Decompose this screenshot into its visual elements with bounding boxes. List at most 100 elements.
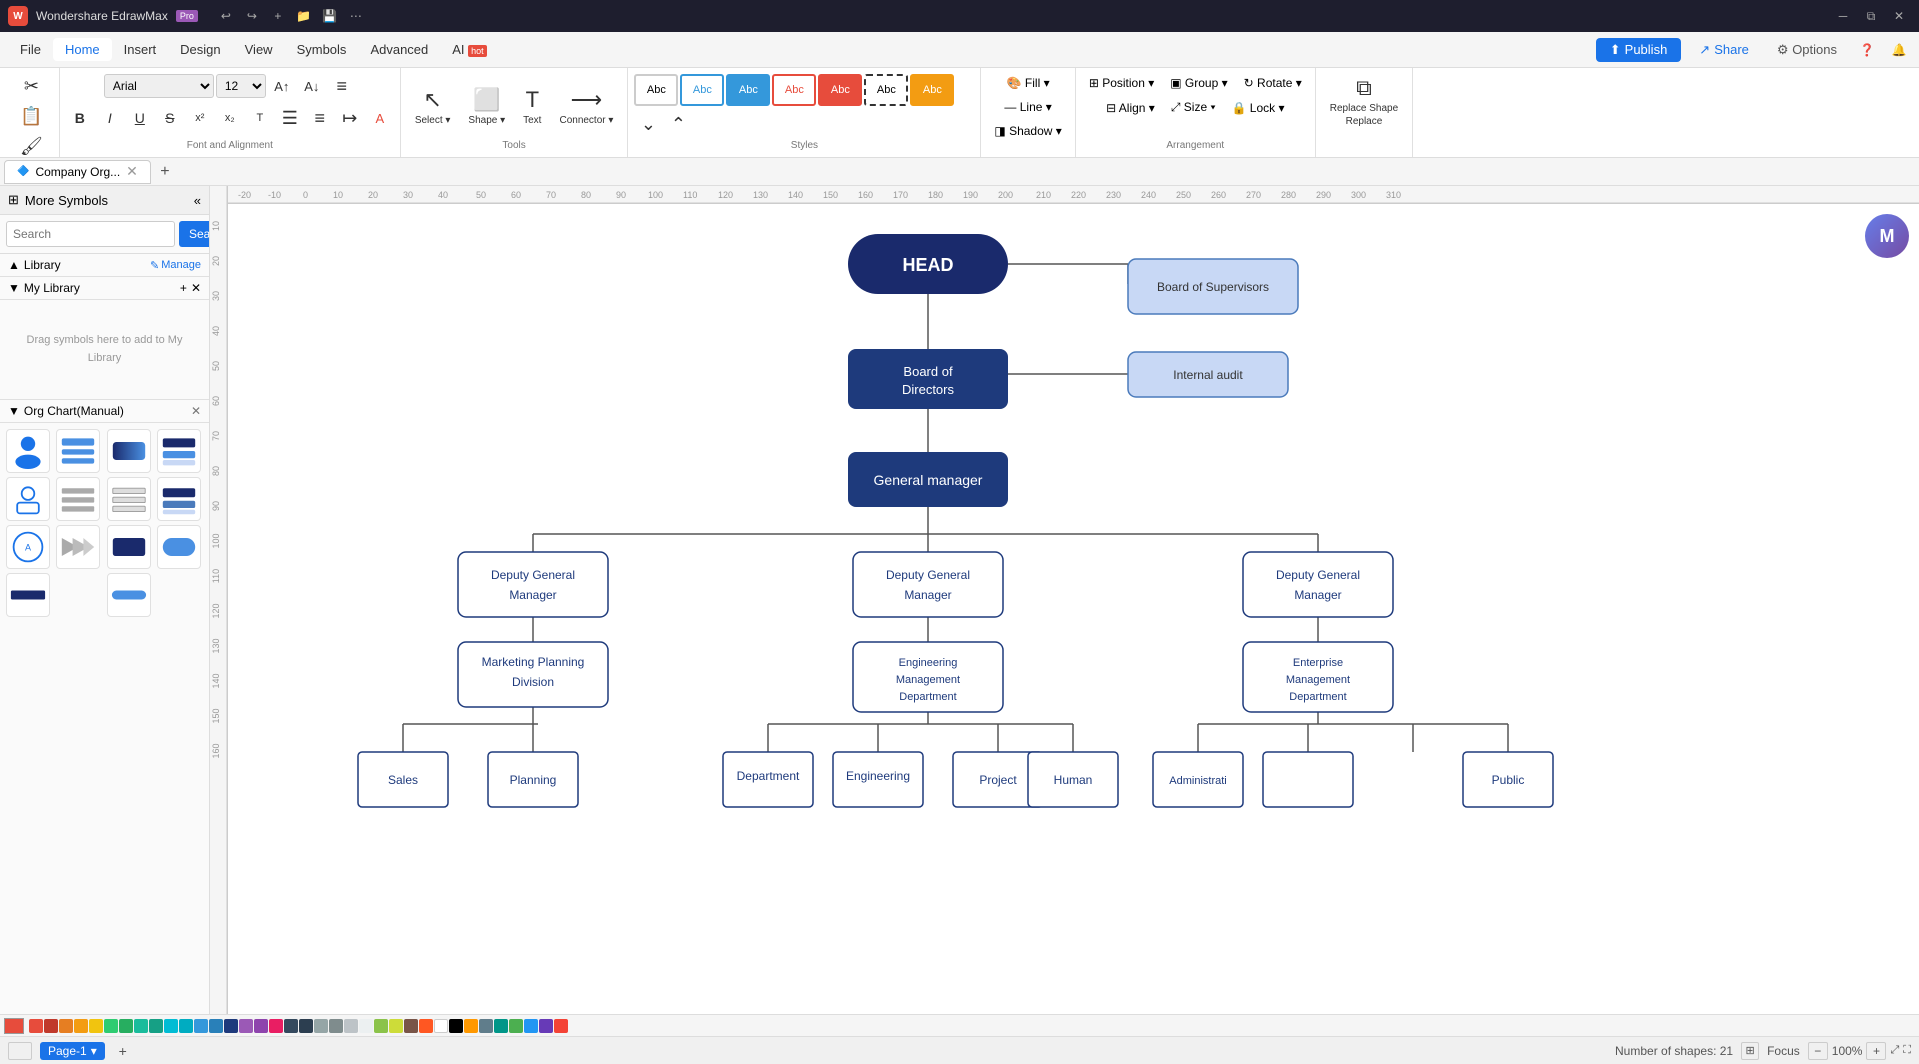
open-button[interactable]: 📁 [292, 7, 316, 25]
list2-button[interactable]: ≡ [306, 104, 334, 132]
zoom-out-button[interactable]: − [1808, 1042, 1828, 1060]
canvas-area[interactable]: -20 -10 0 10 20 30 40 50 60 70 80 90 100… [210, 186, 1919, 1014]
subscript-button[interactable]: x₂ [216, 104, 244, 132]
tab-close-button[interactable]: ✕ [126, 163, 138, 180]
style-swatch-1[interactable]: Abc [634, 74, 678, 106]
color-swatch-green2[interactable] [119, 1019, 133, 1033]
symbol-small1[interactable]: A [6, 525, 50, 569]
symbol-wide2[interactable] [107, 573, 151, 617]
fullscreen-button[interactable]: ⛶ [1903, 1044, 1911, 1057]
restore-button[interactable]: ⧉ [1859, 7, 1883, 25]
menu-advanced[interactable]: Advanced [358, 38, 440, 61]
my-library-add-button[interactable]: + [180, 281, 187, 295]
bold-button[interactable]: B [66, 104, 94, 132]
menu-insert[interactable]: Insert [112, 38, 169, 61]
color-swatch-yellow[interactable] [89, 1019, 103, 1033]
align-button[interactable]: ≡ [328, 72, 356, 100]
more-button[interactable]: ⋯ [344, 7, 368, 25]
org-chart-header[interactable]: ▼ Org Chart(Manual) ✕ [0, 400, 209, 423]
search-button[interactable]: Search [179, 221, 210, 247]
fill-color-indicator[interactable] [4, 1018, 24, 1034]
color-swatch-pink[interactable] [269, 1019, 283, 1033]
select-button[interactable]: ↖ Select ▾ [407, 77, 459, 135]
symbol-gradient1[interactable] [107, 429, 151, 473]
publish-button[interactable]: ⬆ Publish [1596, 38, 1682, 62]
minimize-button[interactable]: ─ [1831, 7, 1855, 25]
close-button[interactable]: ✕ [1887, 7, 1911, 25]
color-swatch-green1[interactable] [104, 1019, 118, 1033]
style-swatch-3[interactable]: Abc [726, 74, 770, 106]
manage-button[interactable]: ✎ Manage [150, 259, 201, 272]
menu-ai[interactable]: AI hot [440, 38, 498, 61]
menu-symbols[interactable]: Symbols [285, 38, 359, 61]
my-library-header[interactable]: ▼ My Library + ✕ [0, 277, 209, 300]
list-button[interactable]: ☰ [276, 104, 304, 132]
fill-button[interactable]: 🎨 Fill ▾ [1000, 72, 1057, 94]
color-swatch-teal2[interactable] [149, 1019, 163, 1033]
color-swatch-gray2[interactable] [329, 1019, 343, 1033]
color-swatch-extra6[interactable] [539, 1019, 553, 1033]
color-swatch-extra5[interactable] [524, 1019, 538, 1033]
text-button[interactable]: T Text [515, 77, 549, 135]
symbol-bar1[interactable] [107, 525, 151, 569]
add-page-button[interactable]: + [113, 1041, 133, 1061]
color-swatch-olive[interactable] [374, 1019, 388, 1033]
italic-button[interactable]: I [96, 104, 124, 132]
fit-button[interactable]: ⤢ [1890, 1044, 1899, 1057]
view-mode-button[interactable]: ⊞ [1741, 1042, 1759, 1060]
color-swatch-teal1[interactable] [134, 1019, 148, 1033]
color-swatch-orange[interactable] [59, 1019, 73, 1033]
color-swatch-red1[interactable] [29, 1019, 43, 1033]
help-button[interactable]: ❓ [1855, 41, 1879, 59]
color-swatch-gray1[interactable] [314, 1019, 328, 1033]
undo-button[interactable]: ↩ [214, 7, 238, 25]
symbol-list1[interactable] [56, 429, 100, 473]
text-style-button[interactable]: T [246, 104, 274, 132]
page-tab[interactable]: Page-1 ▾ [40, 1042, 105, 1060]
cut-button[interactable]: ✂ [17, 72, 45, 100]
notification-button[interactable]: 🔔 [1887, 41, 1911, 59]
canvas-content[interactable]: HEAD Board of Supervisors Board of Direc… [228, 204, 1919, 1014]
search-input[interactable] [6, 221, 175, 247]
strikethrough-button[interactable]: S [156, 104, 184, 132]
color-swatch-purple2[interactable] [254, 1019, 268, 1033]
color-swatch-blue2[interactable] [209, 1019, 223, 1033]
org-chart-close-button[interactable]: ✕ [191, 404, 201, 418]
align-button[interactable]: ⊟ Align ▾ [1099, 97, 1162, 119]
color-swatch-white[interactable] [434, 1019, 448, 1033]
color-swatch-darkblue[interactable] [284, 1019, 298, 1033]
symbol-person[interactable] [6, 429, 50, 473]
symbol-wide1[interactable] [6, 573, 50, 617]
position-button[interactable]: ⊞ Position ▾ [1082, 72, 1161, 94]
copy-button[interactable]: 📋 [17, 102, 45, 130]
color-swatch-black[interactable] [449, 1019, 463, 1033]
font-family-select[interactable]: Arial [104, 74, 214, 98]
shape-button[interactable]: ⬜ Shape ▾ [460, 77, 513, 135]
increase-size-button[interactable]: A↑ [268, 72, 296, 100]
paste-button[interactable]: 🖌 [17, 132, 45, 160]
symbol-lines2[interactable] [107, 477, 151, 521]
font-color-button[interactable]: A [366, 104, 394, 132]
style-swatch-6[interactable]: Abc [864, 74, 908, 106]
size-button[interactable]: ⤢ Size ▾ [1164, 96, 1223, 119]
styles-collapse-button[interactable]: ⌃ [664, 111, 692, 139]
group-button[interactable]: ▣ Group ▾ [1163, 72, 1234, 94]
color-swatch-red2[interactable] [44, 1019, 58, 1033]
font-size-select[interactable]: 12 [216, 74, 266, 98]
style-swatch-5[interactable]: Abc [818, 74, 862, 106]
color-swatch-blue1[interactable] [194, 1019, 208, 1033]
underline-button[interactable]: U [126, 104, 154, 132]
color-swatch-brown[interactable] [404, 1019, 418, 1033]
color-swatch-cyan[interactable] [179, 1019, 193, 1033]
symbol-bar2[interactable] [157, 525, 201, 569]
menu-home[interactable]: Home [53, 38, 112, 61]
color-swatch-indigo[interactable] [224, 1019, 238, 1033]
lock-button[interactable]: 🔒 Lock ▾ [1225, 97, 1292, 119]
color-swatch-lime[interactable] [389, 1019, 403, 1033]
panel-collapse-button[interactable]: « [194, 193, 201, 208]
color-swatch-extra4[interactable] [509, 1019, 523, 1033]
indent-button[interactable]: ↦ [336, 104, 364, 132]
share-button[interactable]: ↗ Share [1689, 38, 1759, 62]
user-avatar[interactable]: M [1865, 214, 1909, 258]
color-swatch-extra1[interactable] [464, 1019, 478, 1033]
